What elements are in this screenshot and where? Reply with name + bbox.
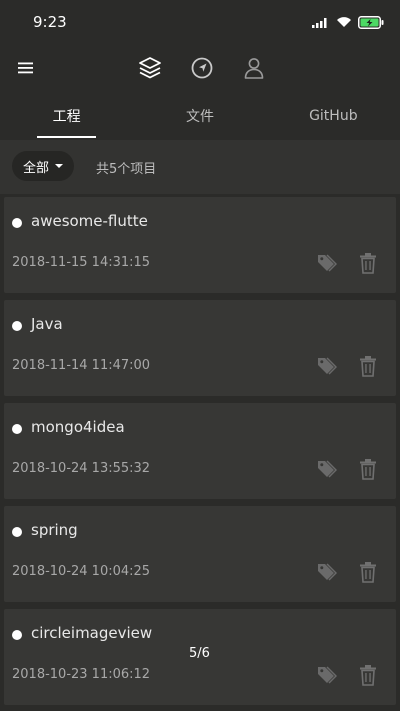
app-bar	[0, 44, 400, 92]
status-icons	[312, 15, 384, 29]
tab-label: GitHub	[309, 108, 358, 124]
page-indicator: 5/6	[189, 646, 210, 661]
project-name: awesome-flutte	[31, 212, 148, 230]
nav-icons	[136, 54, 268, 82]
status-bar: 9:23	[0, 0, 400, 44]
tab-files[interactable]: 文件	[133, 92, 266, 140]
project-date: 2018-11-14 11:47:00	[12, 358, 151, 373]
tab-label: 工程	[52, 109, 81, 125]
project-name: Java	[31, 315, 63, 333]
battery-icon	[358, 15, 384, 29]
layers-icon[interactable]	[136, 54, 164, 82]
project-count: 共5个项目	[96, 162, 157, 177]
tab-github[interactable]: GitHub	[267, 92, 400, 140]
trash-icon[interactable]	[358, 355, 378, 377]
project-date: 2018-10-24 10:04:25	[12, 564, 151, 579]
project-name: mongo4idea	[31, 418, 125, 436]
trash-icon[interactable]	[358, 561, 378, 583]
project-date: 2018-11-15 14:31:15	[12, 255, 151, 270]
wifi-icon	[337, 17, 351, 27]
tag-icon[interactable]	[315, 458, 337, 480]
trash-icon[interactable]	[358, 252, 378, 274]
trash-icon[interactable]	[358, 458, 378, 480]
tab-label: 文件	[185, 109, 214, 125]
trash-icon[interactable]	[358, 664, 378, 686]
project-date: 2018-10-23 11:06:12	[12, 667, 151, 682]
list-item[interactable]: Java 2018-11-14 11:47:00	[4, 300, 396, 396]
filter-dropdown[interactable]: 全部	[12, 151, 74, 181]
tag-icon[interactable]	[315, 561, 337, 583]
person-icon[interactable]	[240, 54, 268, 82]
bullet-icon	[12, 218, 22, 228]
project-name: spring	[31, 521, 78, 539]
menu-icon[interactable]	[14, 56, 38, 80]
tag-icon[interactable]	[315, 355, 337, 377]
tag-icon[interactable]	[315, 252, 337, 274]
navigation-icon[interactable]	[188, 54, 216, 82]
bullet-icon	[12, 630, 22, 640]
bullet-icon	[12, 424, 22, 434]
filter-bar: 全部 共5个项目	[0, 140, 400, 194]
list-item[interactable]: mongo4idea 2018-10-24 13:55:32	[4, 403, 396, 499]
signal-icon	[312, 18, 327, 28]
list-item[interactable]: spring 2018-10-24 10:04:25	[4, 506, 396, 602]
chevron-down-icon	[55, 164, 63, 168]
status-time: 9:23	[33, 13, 67, 31]
tab-projects[interactable]: 工程	[0, 92, 133, 140]
project-date: 2018-10-24 13:55:32	[12, 461, 151, 476]
tab-bar: 工程 文件 GitHub	[0, 92, 400, 140]
filter-selected: 全部	[22, 160, 49, 176]
project-name: circleimageview	[31, 624, 153, 642]
list-item[interactable]: awesome-flutte 2018-11-15 14:31:15	[4, 197, 396, 293]
bullet-icon	[12, 321, 22, 331]
tag-icon[interactable]	[315, 664, 337, 686]
bullet-icon	[12, 527, 22, 537]
